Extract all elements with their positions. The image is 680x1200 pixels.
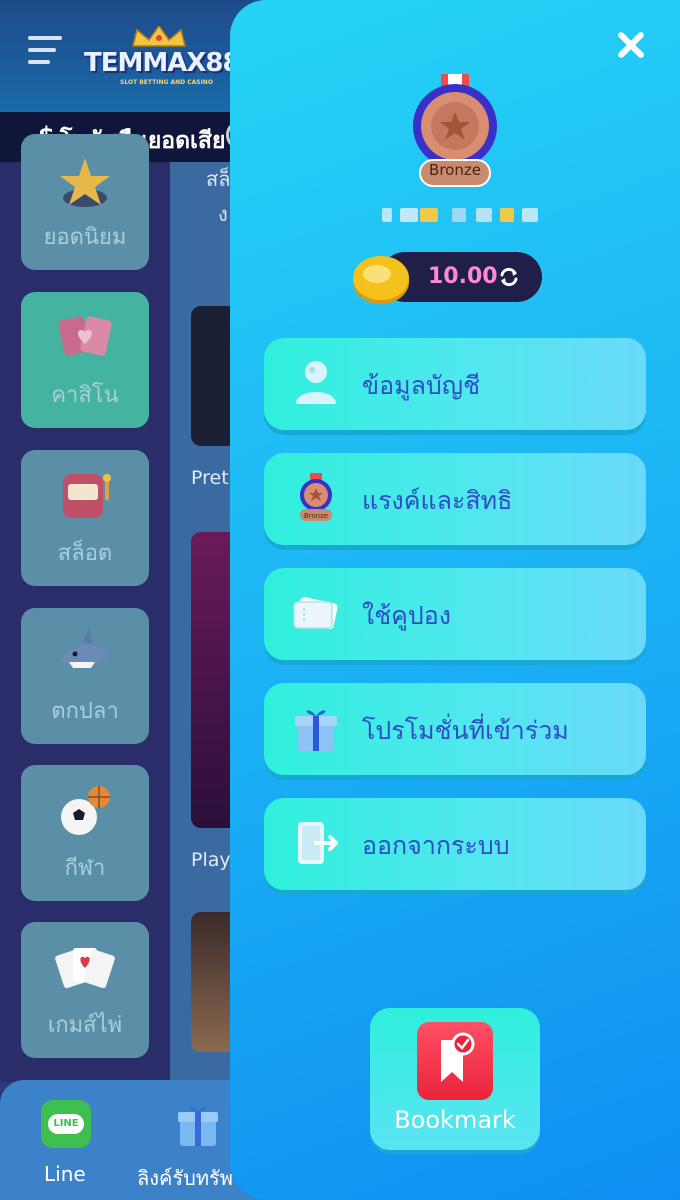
category-slots[interactable]: สล็อต <box>21 450 149 586</box>
line-icon[interactable]: LINE <box>41 1100 91 1148</box>
account-info-button[interactable]: ข้อมูลบัญชี <box>264 338 646 430</box>
category-popular[interactable]: ยอดนิยม <box>21 134 149 270</box>
medal-icon: Bronze <box>300 473 332 521</box>
menu-label: แรงค์และสิทธิ <box>362 486 513 515</box>
crown-icon <box>132 26 186 47</box>
logout-button[interactable]: ออกจากระบบ <box>264 798 646 890</box>
category-label: ตกปลา <box>51 699 119 724</box>
joined-promotions-button[interactable]: โปรโมชั่นที่เข้าร่วม <box>264 683 646 775</box>
category-label: เกมส์ไพ่ <box>47 1013 123 1038</box>
provider-label: Play <box>191 849 231 871</box>
star-chip-icon <box>60 158 110 207</box>
menu-label: ใช้คูปอง <box>362 601 451 630</box>
rank-privileges-button[interactable]: Bronze แรงค์และสิทธิ <box>264 453 646 545</box>
bookmark-label: Bookmark <box>394 1106 516 1134</box>
category-label: กีฬา <box>64 856 106 881</box>
logo-text: TEMMAX88 <box>84 48 241 78</box>
menu-label: โปรโมชั่นที่เข้าร่วม <box>362 716 569 745</box>
category-fishing[interactable]: ตกปลา <box>21 608 149 744</box>
category-sports[interactable]: กีฬา <box>21 765 149 901</box>
gift-icon[interactable] <box>176 1100 220 1148</box>
category-label: สล็อต <box>57 541 113 566</box>
nav-label-line[interactable]: Line <box>44 1162 86 1186</box>
close-icon[interactable] <box>614 28 648 62</box>
gift-box-icon <box>295 710 337 751</box>
coin-icon <box>353 256 409 304</box>
bookmark-button[interactable]: Bookmark <box>370 1008 540 1150</box>
bookmark-icon <box>417 1022 493 1100</box>
site-logo[interactable]: TEMMAX88 SLOT BETTING AND CASINO <box>84 26 241 88</box>
menu-label: ออกจากระบบ <box>362 831 510 860</box>
coupon-icon <box>293 597 338 629</box>
playing-cards-icon <box>55 948 115 989</box>
shark-icon <box>61 628 109 668</box>
rank-badge: Bronze <box>419 159 491 187</box>
svg-text:Bronze: Bronze <box>304 512 328 520</box>
content-heading: สล็ <box>206 167 231 191</box>
cards-icon <box>58 316 112 356</box>
category-card-games[interactable]: เกมส์ไพ่ <box>21 922 149 1058</box>
category-label: คาสิโน <box>51 383 119 408</box>
balance-amount: 10.00 <box>428 264 498 289</box>
account-drawer: Bronze 10.00 ข้อมูลบัญชี Bronze แรงค์และ… <box>230 0 680 1200</box>
hamburger-menu-icon[interactable] <box>28 36 62 68</box>
use-coupon-button[interactable]: ใช้คูปอง <box>264 568 646 660</box>
username-redacted <box>382 204 538 224</box>
content-subheading: ง <box>218 202 228 226</box>
refresh-icon[interactable] <box>498 266 520 288</box>
slot-machine-icon <box>63 474 111 518</box>
menu-label: ข้อมูลบัญชี <box>362 371 481 400</box>
nav-label-referral[interactable]: ลิงค์รับทรัพ <box>137 1162 233 1194</box>
provider-label: Pret <box>191 467 229 489</box>
sports-ball-icon <box>61 786 110 835</box>
category-casino[interactable]: คาสิโน <box>21 292 149 428</box>
user-icon <box>296 361 336 404</box>
logo-subtitle: SLOT BETTING AND CASINO <box>120 79 213 86</box>
category-label: ยอดนิยม <box>43 225 127 250</box>
logout-icon <box>298 822 338 864</box>
